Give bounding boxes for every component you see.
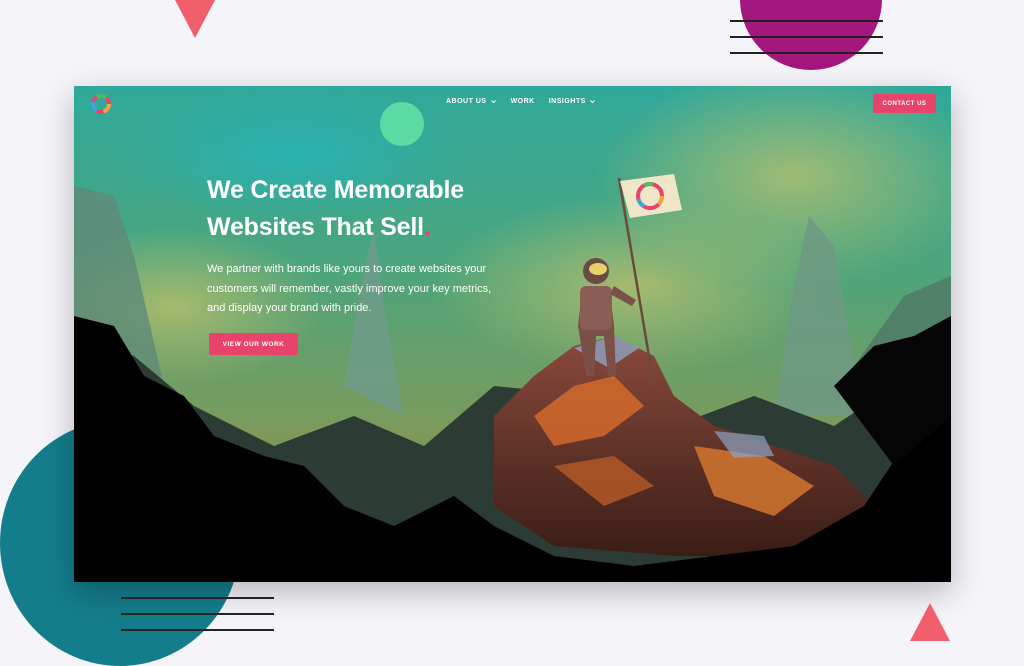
nav-item-label: INSIGHTS: [548, 98, 586, 105]
view-our-work-button[interactable]: VIEW OUR WORK: [209, 333, 298, 355]
nav-item-label: WORK: [510, 98, 535, 105]
hero-title-line1: We Create Memorable: [207, 176, 464, 204]
nav-item-insights[interactable]: INSIGHTS: [549, 98, 596, 105]
coral-triangle-bottom: [910, 603, 950, 641]
chevron-down-icon: [490, 100, 496, 104]
chevron-down-icon: [589, 100, 595, 104]
hero-body-line3: and display your brand with pride.: [207, 302, 372, 314]
title-accent-dot: .: [423, 213, 431, 241]
hero-title-line2: Websites That Sell: [207, 213, 424, 241]
decorative-lines-bottom: [121, 597, 274, 645]
website-screenshot: ABOUT US WORK INSIGHTS CONTACT US We Cre…: [74, 86, 951, 582]
hero-description: We partner with brands like yours to cre…: [207, 260, 547, 319]
nav-item-about-us[interactable]: ABOUT US: [446, 98, 497, 105]
site-header: ABOUT US WORK INSIGHTS CONTACT US: [74, 86, 951, 122]
contact-us-button[interactable]: CONTACT US: [873, 94, 936, 113]
hero-illustration: [74, 86, 951, 582]
hero-body-line1: We partner with brands like yours to cre…: [207, 263, 487, 275]
main-nav: ABOUT US WORK INSIGHTS: [446, 98, 596, 105]
decorative-lines-top: [730, 20, 883, 68]
hero-body-line2: customers will remember, vastly improve …: [207, 282, 492, 295]
nav-item-work[interactable]: WORK: [511, 98, 535, 105]
logo-icon[interactable]: [89, 92, 113, 116]
hero-title: We Create Memorable Websites That Sell.: [207, 172, 547, 246]
nav-item-label: ABOUT US: [446, 98, 487, 105]
coral-triangle-top: [175, 0, 215, 38]
